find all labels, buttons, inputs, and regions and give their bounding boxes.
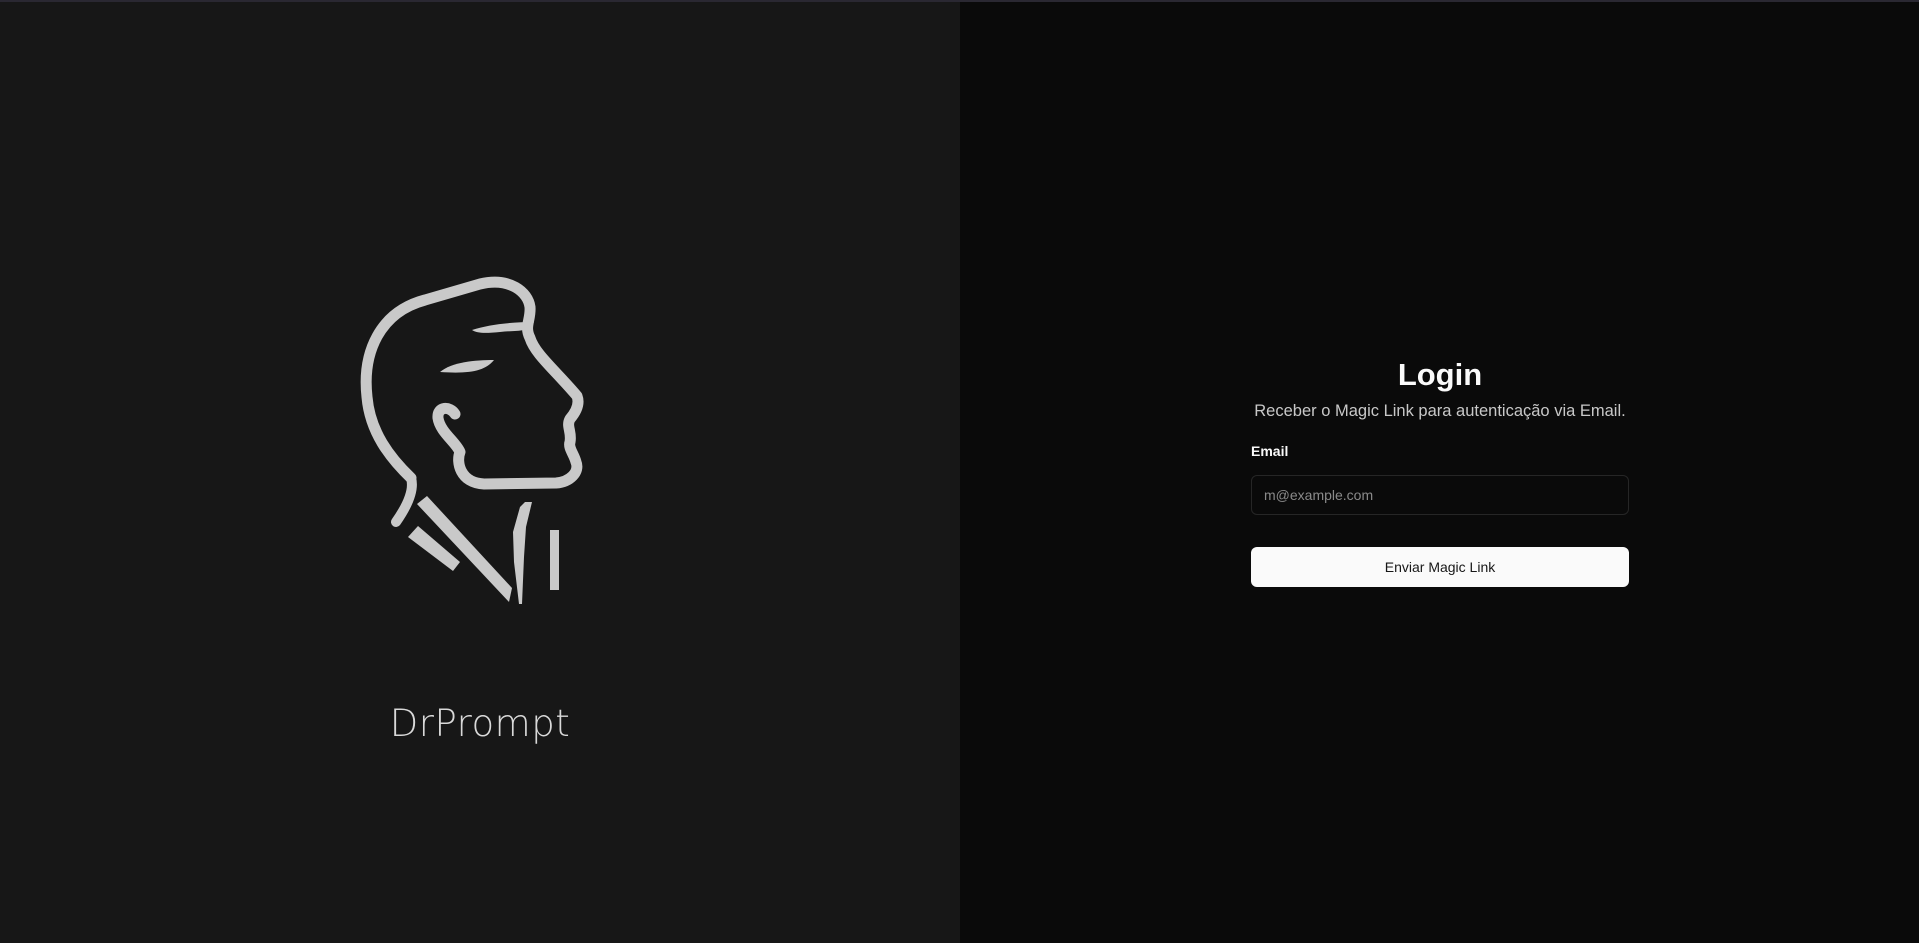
- login-title: Login: [1397, 357, 1483, 392]
- man-profile-head-icon: [355, 270, 595, 610]
- login-subtitle: Receber o Magic Link para autenticação v…: [1254, 402, 1626, 420]
- brand-name: DrPrompt: [389, 702, 571, 745]
- login-form: Login Receber o Magic Link para autentic…: [1251, 355, 1629, 587]
- send-magic-link-button[interactable]: Enviar Magic Link: [1251, 547, 1629, 587]
- email-field[interactable]: [1251, 475, 1629, 515]
- brand-panel: DrPrompt: [0, 2, 960, 943]
- email-label: Email: [1251, 443, 1289, 459]
